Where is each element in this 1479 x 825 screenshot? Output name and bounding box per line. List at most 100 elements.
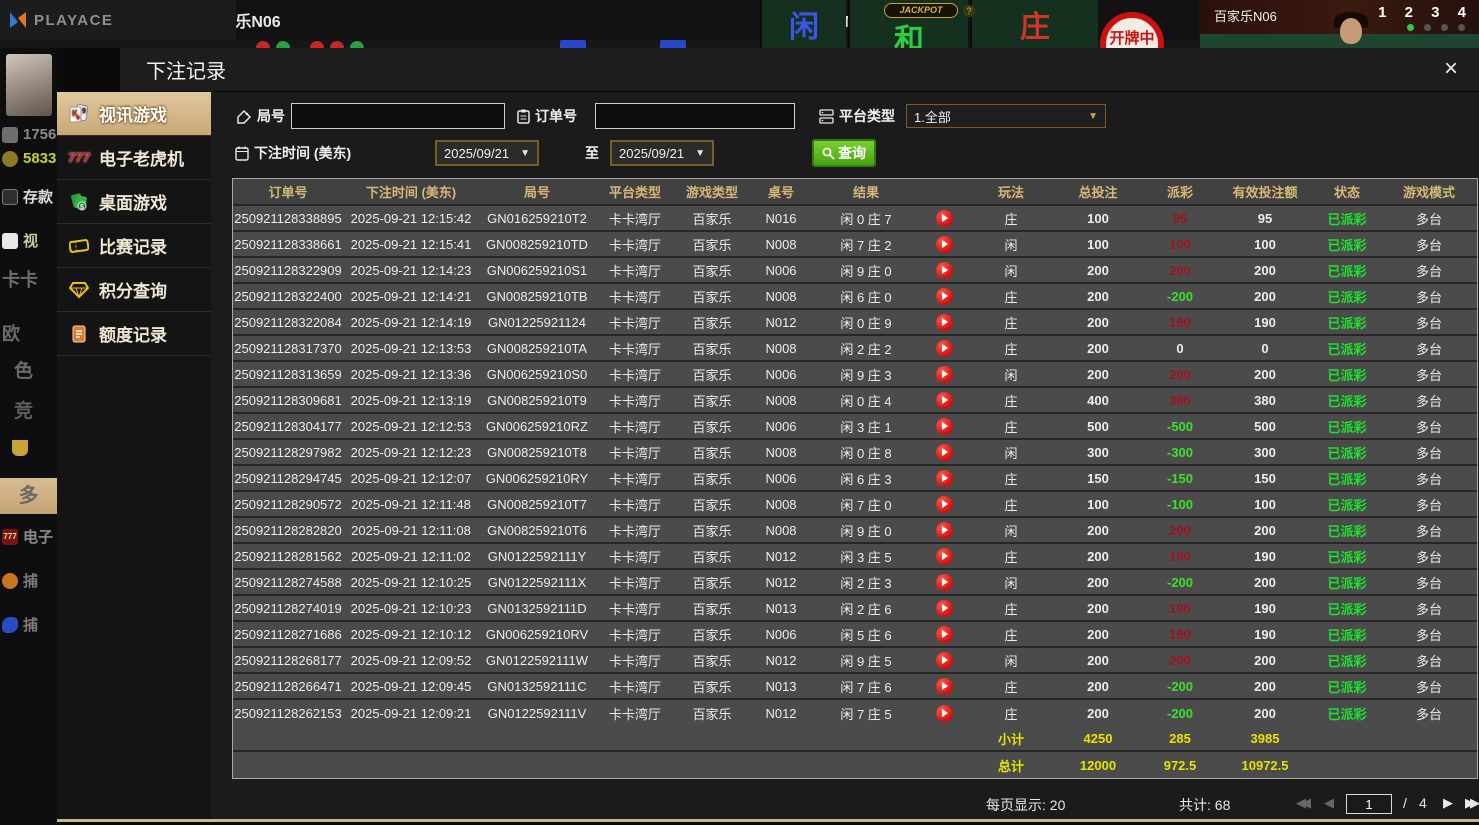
replay-icon[interactable] (936, 366, 953, 383)
cell-bet-time: 2025-09-21 12:10:25 (343, 575, 479, 590)
replay-icon[interactable] (936, 574, 953, 591)
cell-bet-time: 2025-09-21 12:11:08 (343, 523, 479, 538)
replay-icon[interactable] (936, 470, 953, 487)
replay-icon[interactable] (936, 288, 953, 305)
table-header-row: 订单号 下注时间 (美东) 局号 平台类型 游戏类型 桌号 结果 玩法 总投注 … (233, 179, 1477, 206)
help-icon: ? (963, 5, 975, 17)
bg-stat-users: 1756 (2, 126, 57, 143)
roadmap-dot (330, 41, 344, 48)
cell-game-mode: 多台 (1381, 391, 1477, 410)
bg-stat-balance: 5833 (2, 150, 57, 167)
replay-icon[interactable] (936, 444, 953, 461)
cell-status: 已派彩 (1313, 625, 1381, 644)
replay-icon[interactable] (936, 705, 953, 722)
slot-777-icon: 777 (67, 147, 91, 169)
date-to-select[interactable]: 2025/09/21 ▼ (610, 140, 714, 166)
replay-icon[interactable] (936, 522, 953, 539)
col-header-game: 游戏类型 (675, 182, 749, 201)
menu-item-slots[interactable]: 777 电子老虎机 (57, 136, 211, 180)
cell-play-type: 庄 (969, 391, 1053, 410)
first-page-icon[interactable]: ◀◀ (1296, 795, 1311, 811)
order-number-input[interactable] (595, 103, 795, 129)
cell-status: 已派彩 (1313, 235, 1381, 254)
replay-icon[interactable] (936, 600, 953, 617)
cell-game-type: 百家乐 (675, 287, 749, 306)
cell-play-type: 庄 (969, 599, 1053, 618)
cell-bet-time: 2025-09-21 12:14:21 (343, 289, 479, 304)
date-from-select[interactable]: 2025/09/21 ▼ (435, 140, 539, 166)
cell-play-type: 庄 (969, 209, 1053, 228)
modal-side-menu: 9 K ♥ 视讯游戏 777 电子老虎机 $ (57, 92, 211, 819)
menu-item-video-games[interactable]: 9 K ♥ 视讯游戏 (57, 92, 211, 136)
replay-icon[interactable] (936, 652, 953, 669)
cell-result: 闲 6 庄 0 (813, 287, 919, 306)
replay-icon[interactable] (936, 496, 953, 513)
cell-platform: 卡卡湾厅 (595, 443, 675, 462)
replay-icon[interactable] (936, 392, 953, 409)
cell-replay (919, 210, 969, 227)
cell-valid-bet: 380 (1217, 393, 1313, 408)
next-page-icon[interactable]: ▶ (1443, 795, 1453, 811)
cell-table-number: N012 (749, 653, 813, 668)
pagination-bar: 每页显示: 20 共计: 68 ◀◀ ◀ / 4 ▶ ▶▶ (211, 792, 1479, 818)
platform-type-select[interactable]: 1.全部 ▼ (906, 104, 1106, 128)
logo-text: PLAYACE (34, 12, 113, 29)
page-number-input[interactable] (1346, 794, 1392, 814)
cell-payout: 95 (1143, 211, 1217, 226)
cell-bet-time: 2025-09-21 12:15:41 (343, 237, 479, 252)
close-icon[interactable]: × (1437, 56, 1465, 84)
cell-game-type: 百家乐 (675, 521, 749, 540)
cell-round-number: GN006259210RY (479, 471, 595, 486)
replay-icon[interactable] (936, 548, 953, 565)
subtotal-label: 小计 (969, 729, 1053, 748)
menu-item-table-games[interactable]: $ 桌面游戏 (57, 180, 211, 224)
cell-game-type: 百家乐 (675, 677, 749, 696)
cell-table-number: N013 (749, 601, 813, 616)
cell-total-bet: 300 (1053, 445, 1143, 460)
cell-order-number: 250921128338895 (233, 211, 343, 226)
replay-icon[interactable] (936, 340, 953, 357)
replay-icon[interactable] (936, 626, 953, 643)
menu-item-match-records[interactable]: 比赛记录 (57, 224, 211, 268)
cell-game-mode: 多台 (1381, 599, 1477, 618)
cell-play-type: 庄 (969, 704, 1053, 723)
calendar-icon (235, 146, 249, 161)
cell-bet-time: 2025-09-21 12:10:23 (343, 601, 479, 616)
cell-total-bet: 200 (1053, 523, 1143, 538)
cell-payout: 200 (1143, 367, 1217, 382)
menu-label: 视讯游戏 (99, 101, 167, 126)
menu-item-quota-records[interactable]: 额度记录 (57, 312, 211, 356)
cell-payout: 100 (1143, 237, 1217, 252)
to-label: 至 (585, 143, 599, 163)
cell-total-bet: 200 (1053, 263, 1143, 278)
cell-play-type: 庄 (969, 339, 1053, 358)
cell-payout: 200 (1143, 653, 1217, 668)
cell-valid-bet: 200 (1217, 289, 1313, 304)
table-row: 250921128290572 2025-09-21 12:11:48 GN00… (233, 492, 1477, 518)
cell-valid-bet: 150 (1217, 471, 1313, 486)
cell-replay (919, 522, 969, 539)
replay-icon[interactable] (936, 314, 953, 331)
cell-order-number: 250921128274019 (233, 601, 343, 616)
prev-page-icon[interactable]: ◀ (1324, 795, 1334, 811)
table-row: 250921128274588 2025-09-21 12:10:25 GN01… (233, 570, 1477, 596)
query-button[interactable]: 查询 (812, 139, 876, 167)
cell-bet-time: 2025-09-21 12:11:02 (343, 549, 479, 564)
cell-status: 已派彩 (1313, 704, 1381, 723)
round-number-input[interactable] (291, 103, 505, 129)
cell-platform: 卡卡湾厅 (595, 391, 675, 410)
table-row: 250921128281562 2025-09-21 12:11:02 GN01… (233, 544, 1477, 570)
cell-replay (919, 262, 969, 279)
cell-total-bet: 200 (1053, 706, 1143, 721)
col-header-total-bet: 总投注 (1053, 182, 1143, 201)
video-table-title: 百家乐N06 (1214, 6, 1277, 25)
subtotal-row: 小计 4250 285 3985 (233, 726, 1477, 752)
replay-icon[interactable] (936, 210, 953, 227)
last-page-icon[interactable]: ▶▶ (1465, 795, 1479, 811)
replay-icon[interactable] (936, 262, 953, 279)
cell-order-number: 250921128266471 (233, 679, 343, 694)
replay-icon[interactable] (936, 236, 953, 253)
replay-icon[interactable] (936, 678, 953, 695)
replay-icon[interactable] (936, 418, 953, 435)
menu-item-points-query[interactable]: 积分查询 (57, 268, 211, 312)
